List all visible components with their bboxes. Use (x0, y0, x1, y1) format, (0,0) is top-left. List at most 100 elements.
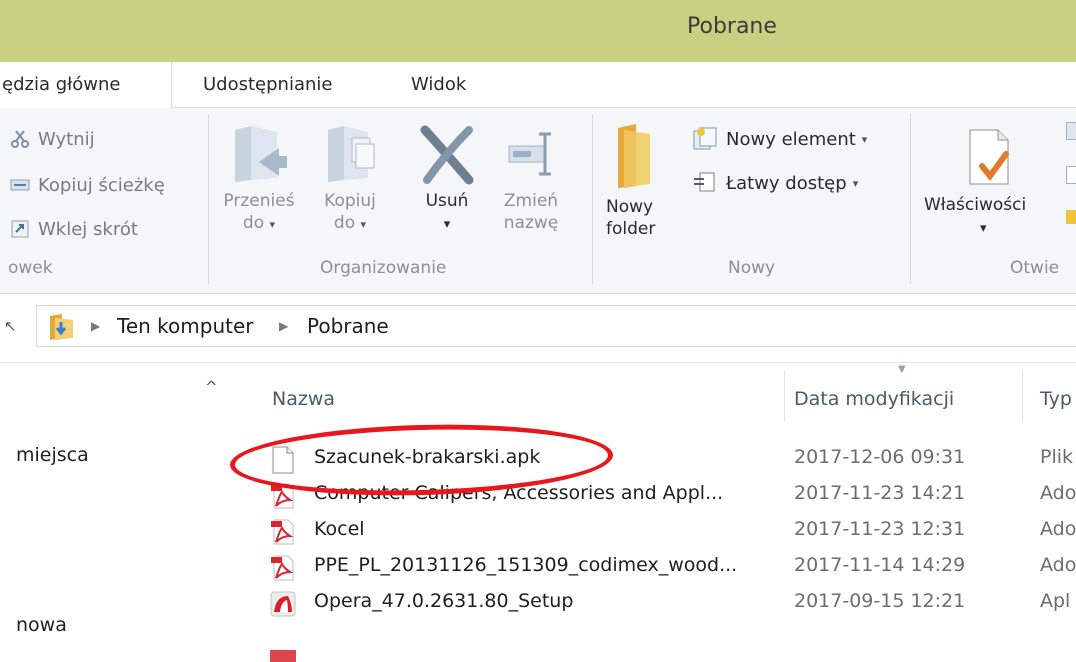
edit-item-icon[interactable] (1066, 166, 1076, 184)
open-group-label: Otwie (1010, 258, 1060, 278)
file-row[interactable]: PPE_PL_20131126_151309_codimex_wood... 2… (270, 550, 1076, 584)
navigation-pane: ^ miejsca nowa (0, 364, 236, 662)
ribbon: Wytnij Kopiuj ścieżkę Wklej skrót owek P… (0, 108, 1076, 294)
new-folder-label-1: Nowy (606, 197, 654, 217)
clipboard-group-label: owek (8, 258, 53, 278)
chevron-down-icon: ▾ (443, 217, 451, 232)
new-item-button[interactable]: Nowy element ▾ (692, 124, 867, 154)
file-name: Computer Calipers, Accessories and Appl.… (314, 482, 724, 504)
downloads-folder-icon (50, 314, 73, 340)
group-separator (592, 114, 593, 284)
file-list: ▼ Nazwa Data modyfikacji Typ Szacunek-br… (236, 364, 1076, 662)
address-row: ↖ ▶ Ten komputer ▶ Pobrane (0, 295, 1076, 363)
chevron-down-icon: ▾ (269, 218, 276, 231)
file-type: Ado (1040, 518, 1076, 540)
properties-label: Właściwości (924, 195, 1027, 215)
window-title: Pobrane (687, 14, 777, 39)
column-header-date[interactable]: Data modyfikacji (794, 388, 954, 410)
pdf-icon (270, 650, 296, 662)
breadcrumb-downloads[interactable]: Pobrane (307, 314, 389, 338)
chevron-down-icon: ▾ (861, 132, 868, 146)
column-separator[interactable] (1022, 370, 1023, 422)
chevron-down-icon: ▾ (980, 221, 987, 236)
file-type: Plik (1040, 446, 1074, 468)
copy-to-label-2: do (333, 213, 356, 233)
scissors-icon (11, 130, 29, 148)
ribbon-tabs: ędzia główne Udostępnianie Widok (0, 62, 1076, 109)
group-separator (208, 114, 209, 284)
delete-x-icon (420, 125, 474, 185)
move-to-button[interactable]: Przenieś do ▾ (218, 122, 300, 236)
column-header-name[interactable]: Nazwa (272, 388, 335, 410)
file-row[interactable]: Opera_47.0.2631.80_Setup 2017-09-15 12:2… (270, 586, 1076, 620)
move-to-icon (235, 126, 287, 182)
new-group-label: Nowy (728, 258, 776, 278)
new-item-label: Nowy element (726, 128, 856, 150)
pdf-icon (271, 519, 294, 545)
rename-label-1: Zmień (503, 191, 559, 211)
rename-label-2: nazwę (503, 213, 559, 233)
sort-indicator-icon: ▼ (898, 364, 906, 375)
nav-item-places[interactable]: miejsca (16, 444, 89, 466)
file-type: Ado (1040, 482, 1076, 504)
breadcrumb-arrow-icon[interactable]: ▶ (91, 319, 100, 333)
open-item-icon[interactable] (1066, 122, 1076, 140)
move-to-label-1: Przenieś (223, 191, 295, 211)
pdf-icon (271, 483, 294, 509)
file-type: Ado (1040, 554, 1076, 576)
nav-item-new[interactable]: nowa (16, 614, 67, 636)
new-folder-button[interactable]: Nowy folder (606, 122, 676, 240)
file-row[interactable]: Computer Calipers, Accessories and Appl.… (270, 478, 1076, 512)
copy-path-button[interactable]: Kopiuj ścieżkę (10, 170, 165, 200)
file-date: 2017-11-23 12:31 (794, 518, 966, 540)
properties-button[interactable]: Właściwości ▾ (924, 126, 1064, 240)
breadcrumb-arrow-icon[interactable]: ▶ (279, 319, 288, 333)
file-date: 2017-11-23 14:21 (794, 482, 966, 504)
file-name: Szacunek-brakarski.apk (314, 446, 541, 468)
chevron-down-icon: ▾ (360, 218, 367, 231)
tab-share[interactable]: Udostępnianie (203, 62, 332, 108)
delete-label: Usuń (425, 191, 469, 211)
copy-to-label-1: Kopiuj (324, 191, 376, 211)
file-date: 2017-11-14 14:29 (794, 554, 966, 576)
copy-path-icon (10, 179, 30, 191)
file-date: 2017-09-15 12:21 (794, 590, 966, 612)
address-bar[interactable]: ▶ Ten komputer ▶ Pobrane (36, 305, 1076, 347)
paste-shortcut-icon (11, 220, 29, 238)
chevron-down-icon: ▾ (852, 176, 859, 190)
delete-button[interactable]: Usuń ▾ (412, 122, 482, 236)
easy-access-button[interactable]: Łatwy dostęp ▾ (692, 168, 858, 198)
pdf-icon (271, 555, 294, 581)
organize-group-label: Organizowanie (320, 258, 447, 278)
file-date: 2017-12-06 09:31 (794, 446, 966, 468)
properties-icon (969, 129, 1009, 185)
new-folder-label-2: folder (606, 219, 656, 239)
move-to-label-2: do (242, 213, 265, 233)
cut-button[interactable]: Wytnij (10, 124, 95, 154)
file-name: Kocel (314, 518, 365, 540)
tab-view[interactable]: Widok (411, 62, 466, 108)
column-separator[interactable] (784, 370, 785, 422)
blank-file-icon (272, 446, 294, 474)
folder-icon (618, 124, 650, 188)
file-name: PPE_PL_20131126_151309_codimex_wood... (314, 554, 738, 576)
file-row[interactable]: Kocel 2017-11-23 12:31 Ado (270, 514, 1076, 548)
up-arrow-icon[interactable]: ↖ (4, 317, 17, 335)
file-row[interactable]: Szacunek-brakarski.apk 2017-12-06 09:31 … (270, 442, 1076, 476)
file-type: Apl (1040, 590, 1071, 612)
opera-icon (270, 591, 296, 617)
history-item-icon[interactable] (1066, 210, 1076, 224)
easy-access-icon (694, 172, 715, 192)
column-header-type[interactable]: Typ (1040, 388, 1072, 410)
rename-button[interactable]: Zmień nazwę (496, 122, 566, 234)
new-item-icon (693, 127, 717, 150)
group-separator (910, 114, 911, 284)
copy-to-icon (328, 126, 375, 182)
file-name: Opera_47.0.2631.80_Setup (314, 590, 574, 612)
breadcrumb-this-pc[interactable]: Ten komputer (117, 314, 253, 338)
scroll-up-icon[interactable]: ^ (205, 378, 218, 396)
copy-to-button[interactable]: Kopiuj do ▾ (310, 122, 390, 236)
tab-home[interactable]: ędzia główne (0, 62, 172, 109)
paste-shortcut-button[interactable]: Wklej skrót (10, 214, 138, 244)
copy-path-label: Kopiuj ścieżkę (38, 174, 165, 196)
